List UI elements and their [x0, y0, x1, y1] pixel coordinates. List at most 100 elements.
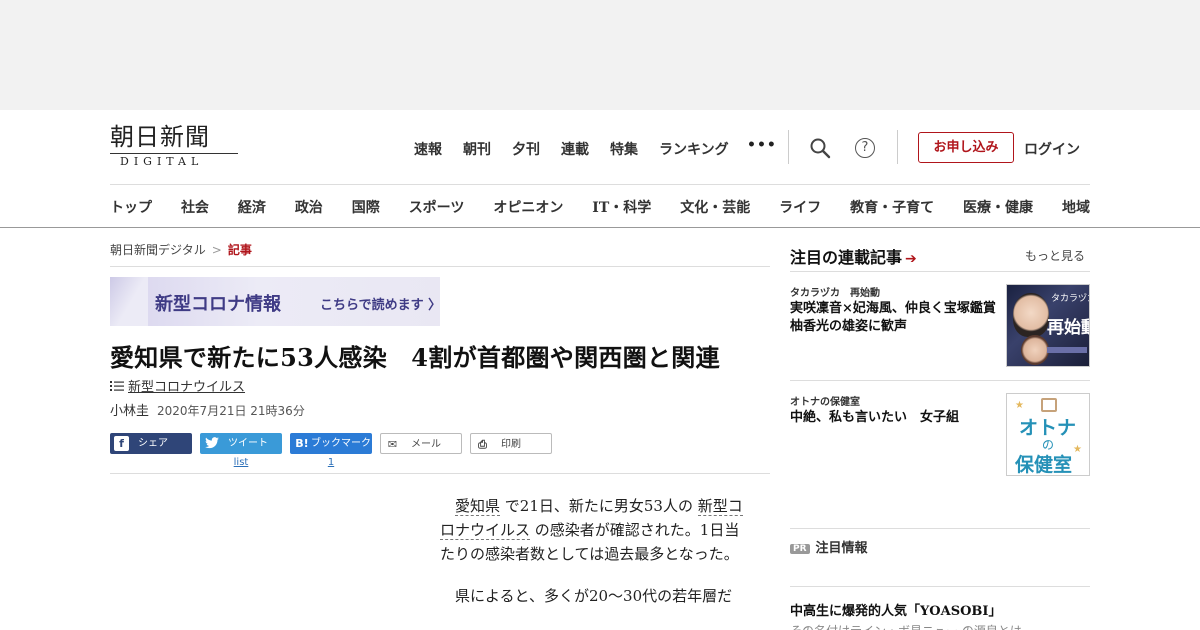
category-it-science[interactable]: IT・科学	[592, 197, 651, 217]
category-life[interactable]: ライフ	[779, 197, 821, 217]
category-society[interactable]: 社会	[181, 197, 209, 217]
category-top[interactable]: トップ	[110, 197, 152, 217]
printer-icon: ⎙	[478, 438, 487, 451]
logo-wordmark: 朝日新聞	[110, 123, 210, 151]
byline: 小林圭 2020年7月21日 21時36分	[110, 400, 305, 419]
mail-icon: ✉	[387, 438, 398, 451]
hatena-count-link[interactable]: 1	[290, 457, 372, 468]
twitter-share-label: ツイート	[228, 438, 268, 449]
mail-share-button[interactable]: ✉ メール	[380, 433, 462, 454]
category-sports[interactable]: スポーツ	[409, 197, 465, 217]
thumbnail-title: 保健室	[1015, 454, 1073, 476]
article-paragraph: 愛知県 で21日、新たに男女53人の 新型コロナウイルス の感染者が確認された。…	[440, 494, 746, 566]
article-headline: 愛知県で新たに53人感染 4割が首都圏や関西圏と関連	[110, 343, 720, 372]
keyword-link-aichi[interactable]: 愛知県	[455, 497, 501, 516]
bag-icon	[1041, 398, 1057, 412]
series-headline[interactable]: 中絶、私も言いたい 女子組	[790, 409, 1000, 427]
series-headline[interactable]: 実咲凜音×妃海風、仲良く宝塚鑑賞 柚香光の雄姿に歓声	[790, 300, 1009, 336]
pr-section-label: 注目情報	[815, 541, 868, 556]
publish-date: 2020年7月21日 21時36分	[157, 404, 305, 418]
nav-item-breaking[interactable]: 速報	[414, 139, 442, 159]
category-international[interactable]: 国際	[352, 197, 380, 217]
nav-item-series[interactable]: 連載	[561, 139, 589, 159]
series-category[interactable]: オトナの保健室	[790, 393, 860, 408]
category-opinion[interactable]: オピニオン	[493, 197, 563, 217]
featured-series-title[interactable]: 注目の連載記事 ➔	[790, 244, 917, 268]
hatena-bookmark-label: ブックマーク	[311, 438, 371, 449]
corona-info-banner[interactable]: 新型コロナ情報 こちらで読めます 〉	[110, 277, 440, 326]
series-category[interactable]: タカラヅカ 再始動	[790, 284, 880, 299]
breadcrumb: 朝日新聞デジタル > 記事	[110, 241, 252, 258]
logo-rule	[110, 153, 238, 154]
mail-share-label: メール	[411, 439, 441, 450]
divider	[788, 130, 789, 164]
see-more-link[interactable]: もっと見る	[1025, 247, 1085, 264]
banner-title: 新型コロナ情報	[155, 294, 281, 315]
thumbnail-title: 再始動	[1047, 318, 1089, 338]
promo-headline[interactable]: 中高生に爆発的人気「YOASOBI」	[790, 600, 1001, 619]
category-navigation: トップ 社会 経済 政治 国際 スポーツ オピニオン IT・科学 文化・芸能 ラ…	[110, 197, 1090, 217]
topic-label: 新型コロナウイルス	[128, 380, 246, 395]
twitter-share-button[interactable]: ツイート	[200, 433, 282, 454]
category-politics[interactable]: 政治	[295, 197, 323, 217]
category-regional[interactable]: 地域	[1062, 197, 1090, 217]
promo-subtext[interactable]: その名付けテイン・ボ見ニュー の源泉とは	[790, 622, 1022, 630]
divider	[110, 473, 770, 474]
advertisement-area	[0, 0, 1200, 110]
thumbnail-caption: タカラヅカ	[1051, 294, 1089, 304]
arrow-right-icon: ➔	[905, 251, 917, 267]
help-icon[interactable]: ?	[855, 138, 875, 158]
article-paragraph: 県によると、多くが20～30代の若年層だ	[455, 587, 733, 605]
more-menu-icon[interactable]: •••	[747, 137, 777, 153]
asahi-digital-logo[interactable]: 朝日新聞 DIGITAL	[110, 124, 240, 168]
breadcrumb-separator: >	[211, 243, 222, 257]
nav-item-ranking[interactable]: ランキング	[659, 139, 729, 159]
nav-item-evening[interactable]: 夕刊	[512, 139, 540, 159]
star-icon: ★	[1073, 444, 1082, 455]
print-label: 印刷	[501, 439, 521, 450]
takarazuka-thumbnail[interactable]: タカラヅカ 再始動	[1006, 284, 1090, 367]
banner-decoration	[110, 277, 148, 326]
hatena-bookmark-button[interactable]: B! ブックマーク	[290, 433, 372, 454]
thumbnail-portrait	[1013, 293, 1049, 337]
otona-hokenshitsu-thumbnail[interactable]: ★ ★ オトナ の 保健室	[1006, 393, 1090, 476]
hatena-icon: B!	[295, 437, 309, 450]
category-health[interactable]: 医療・健康	[963, 197, 1033, 217]
facebook-share-button[interactable]: f シェア	[110, 433, 192, 454]
header-bottom-border	[0, 227, 1200, 228]
subscribe-button[interactable]: お申し込み	[918, 132, 1014, 163]
article-body: 愛知県 で21日、新たに男女53人の 新型コロナウイルス の感染者が確認された。…	[440, 494, 746, 626]
pr-badge: PR	[790, 544, 810, 554]
top-navigation: 速報 朝刊 夕刊 連載 特集 ランキング	[414, 139, 750, 159]
pr-section-header: PR 注目情報	[790, 537, 868, 556]
featured-series-label: 注目の連載記事	[790, 248, 903, 267]
banner-link: こちらで読めます 〉	[320, 298, 440, 313]
print-button[interactable]: ⎙ 印刷	[470, 433, 552, 454]
star-icon: ★	[1015, 400, 1024, 411]
logo-subtitle: DIGITAL	[120, 155, 204, 168]
paragraph-text: で21日、新たに男女53人の	[500, 497, 698, 515]
divider	[790, 380, 1090, 381]
category-education[interactable]: 教育・子育て	[850, 197, 934, 217]
list-icon	[110, 381, 124, 391]
thumbnail-decoration	[1047, 347, 1087, 353]
category-economy[interactable]: 経済	[238, 197, 266, 217]
nav-item-morning[interactable]: 朝刊	[463, 139, 491, 159]
author-name: 小林圭	[110, 404, 150, 419]
divider	[790, 271, 1090, 272]
breadcrumb-current: 記事	[227, 243, 252, 257]
twitter-icon	[204, 436, 219, 451]
divider	[790, 528, 1090, 529]
thumbnail-portrait	[1021, 335, 1049, 365]
topic-link[interactable]: 新型コロナウイルス	[110, 376, 245, 395]
facebook-icon: f	[114, 436, 129, 451]
facebook-share-label: シェア	[138, 438, 168, 449]
divider	[110, 266, 770, 267]
login-link[interactable]: ログイン	[1024, 139, 1080, 159]
divider	[790, 586, 1090, 587]
twitter-count-link[interactable]: list	[200, 457, 282, 468]
search-icon[interactable]	[809, 137, 831, 159]
breadcrumb-home[interactable]: 朝日新聞デジタル	[110, 243, 206, 257]
category-culture[interactable]: 文化・芸能	[680, 197, 750, 217]
nav-item-features[interactable]: 特集	[610, 139, 638, 159]
